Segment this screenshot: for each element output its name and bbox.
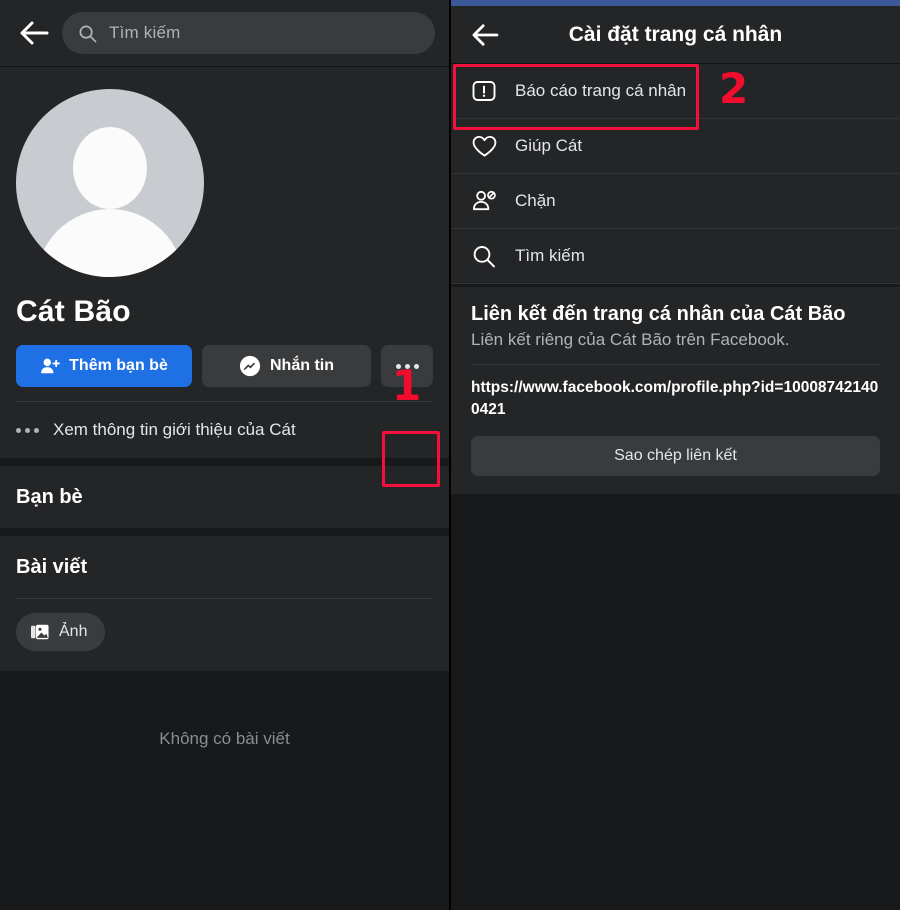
posts-section: Bài viết Ảnh — [0, 536, 449, 671]
photo-chip-label: Ảnh — [59, 623, 88, 640]
add-friend-button[interactable]: Thêm bạn bè — [16, 345, 192, 387]
section-gap — [0, 528, 449, 536]
photo-chip-button[interactable]: Ảnh — [16, 613, 106, 651]
friends-section-title: Bạn bè — [16, 486, 83, 508]
empty-posts-state: Không có bài viết — [0, 671, 449, 749]
profile-link-card: Liên kết đến trang cá nhân của Cát Bão L… — [451, 284, 900, 494]
right-top-bar: Cài đặt trang cá nhân — [451, 6, 900, 64]
menu-item-search[interactable]: Tìm kiếm — [451, 229, 900, 284]
photo-icon — [30, 623, 50, 641]
report-icon — [467, 79, 501, 103]
menu-item-help-label: Giúp Cát — [515, 136, 583, 155]
message-label: Nhắn tin — [270, 357, 334, 374]
profile-link-subtitle: Liên kết riêng của Cát Bão trên Facebook… — [471, 330, 790, 349]
menu-item-search-label: Tìm kiếm — [515, 246, 585, 265]
menu-item-block-label: Chặn — [515, 191, 556, 210]
search-placeholder: Tìm kiếm — [109, 23, 181, 42]
search-input[interactable]: Tìm kiếm — [62, 12, 435, 54]
profile-settings-panel: Cài đặt trang cá nhân Báo cáo trang cá n… — [451, 0, 900, 910]
friends-section[interactable]: Bạn bè — [0, 466, 449, 528]
messenger-icon — [239, 355, 261, 377]
settings-title: Cài đặt trang cá nhân — [568, 22, 783, 46]
avatar-head-shape — [73, 126, 147, 209]
profile-link-divider — [471, 364, 880, 365]
block-icon — [467, 189, 501, 213]
avatar-body-shape — [36, 209, 184, 277]
ellipsis-icon — [16, 427, 39, 433]
annotation-step-2: 2 — [719, 64, 749, 113]
profile-panel: Tìm kiếm Cát Bão Thêm bạn bè Nhắn tin Xe… — [0, 0, 449, 910]
menu-item-report[interactable]: Báo cáo trang cá nhân — [451, 64, 900, 119]
left-top-bar: Tìm kiếm — [0, 0, 449, 67]
right-panel-filler — [451, 493, 900, 886]
search-icon — [467, 244, 501, 269]
default-avatar-icon[interactable] — [16, 89, 204, 277]
page-title: Cát Bão — [16, 295, 131, 328]
message-button[interactable]: Nhắn tin — [202, 345, 371, 387]
profile-link-title: Liên kết đến trang cá nhân của Cát Bão — [471, 303, 846, 325]
annotation-step-1: 1 — [392, 361, 422, 410]
avatar-wrapper — [16, 67, 433, 291]
view-about-row[interactable]: Xem thông tin giới thiệu của Cát — [0, 402, 449, 458]
profile-action-row: Thêm bạn bè Nhắn tin — [16, 345, 433, 401]
back-arrow-icon[interactable] — [465, 15, 505, 55]
search-icon — [78, 24, 97, 43]
copy-link-label: Sao chép liên kết — [614, 446, 737, 464]
posts-section-title: Bài viết — [16, 556, 88, 578]
back-arrow-icon[interactable] — [14, 13, 54, 53]
profile-link-url[interactable]: https://www.facebook.com/profile.php?id=… — [471, 377, 880, 422]
menu-item-block[interactable]: Chặn — [451, 174, 900, 229]
screenshot-root: Tìm kiếm Cát Bão Thêm bạn bè Nhắn tin Xe… — [0, 0, 900, 910]
settings-menu: Báo cáo trang cá nhân Giúp Cát Chặn Tìm … — [451, 64, 900, 284]
copy-link-button[interactable]: Sao chép liên kết — [471, 435, 880, 476]
composer-chip-row: Ảnh — [16, 599, 433, 671]
add-friend-icon — [40, 357, 61, 375]
view-about-label: Xem thông tin giới thiệu của Cát — [53, 420, 296, 439]
menu-item-report-label: Báo cáo trang cá nhân — [515, 81, 687, 100]
heart-icon — [467, 134, 501, 159]
menu-item-help[interactable]: Giúp Cát — [451, 119, 900, 174]
section-gap — [0, 458, 449, 466]
empty-posts-label: Không có bài viết — [159, 729, 290, 748]
add-friend-label: Thêm bạn bè — [69, 357, 168, 374]
profile-block: Cát Bão Thêm bạn bè Nhắn tin — [0, 67, 449, 402]
